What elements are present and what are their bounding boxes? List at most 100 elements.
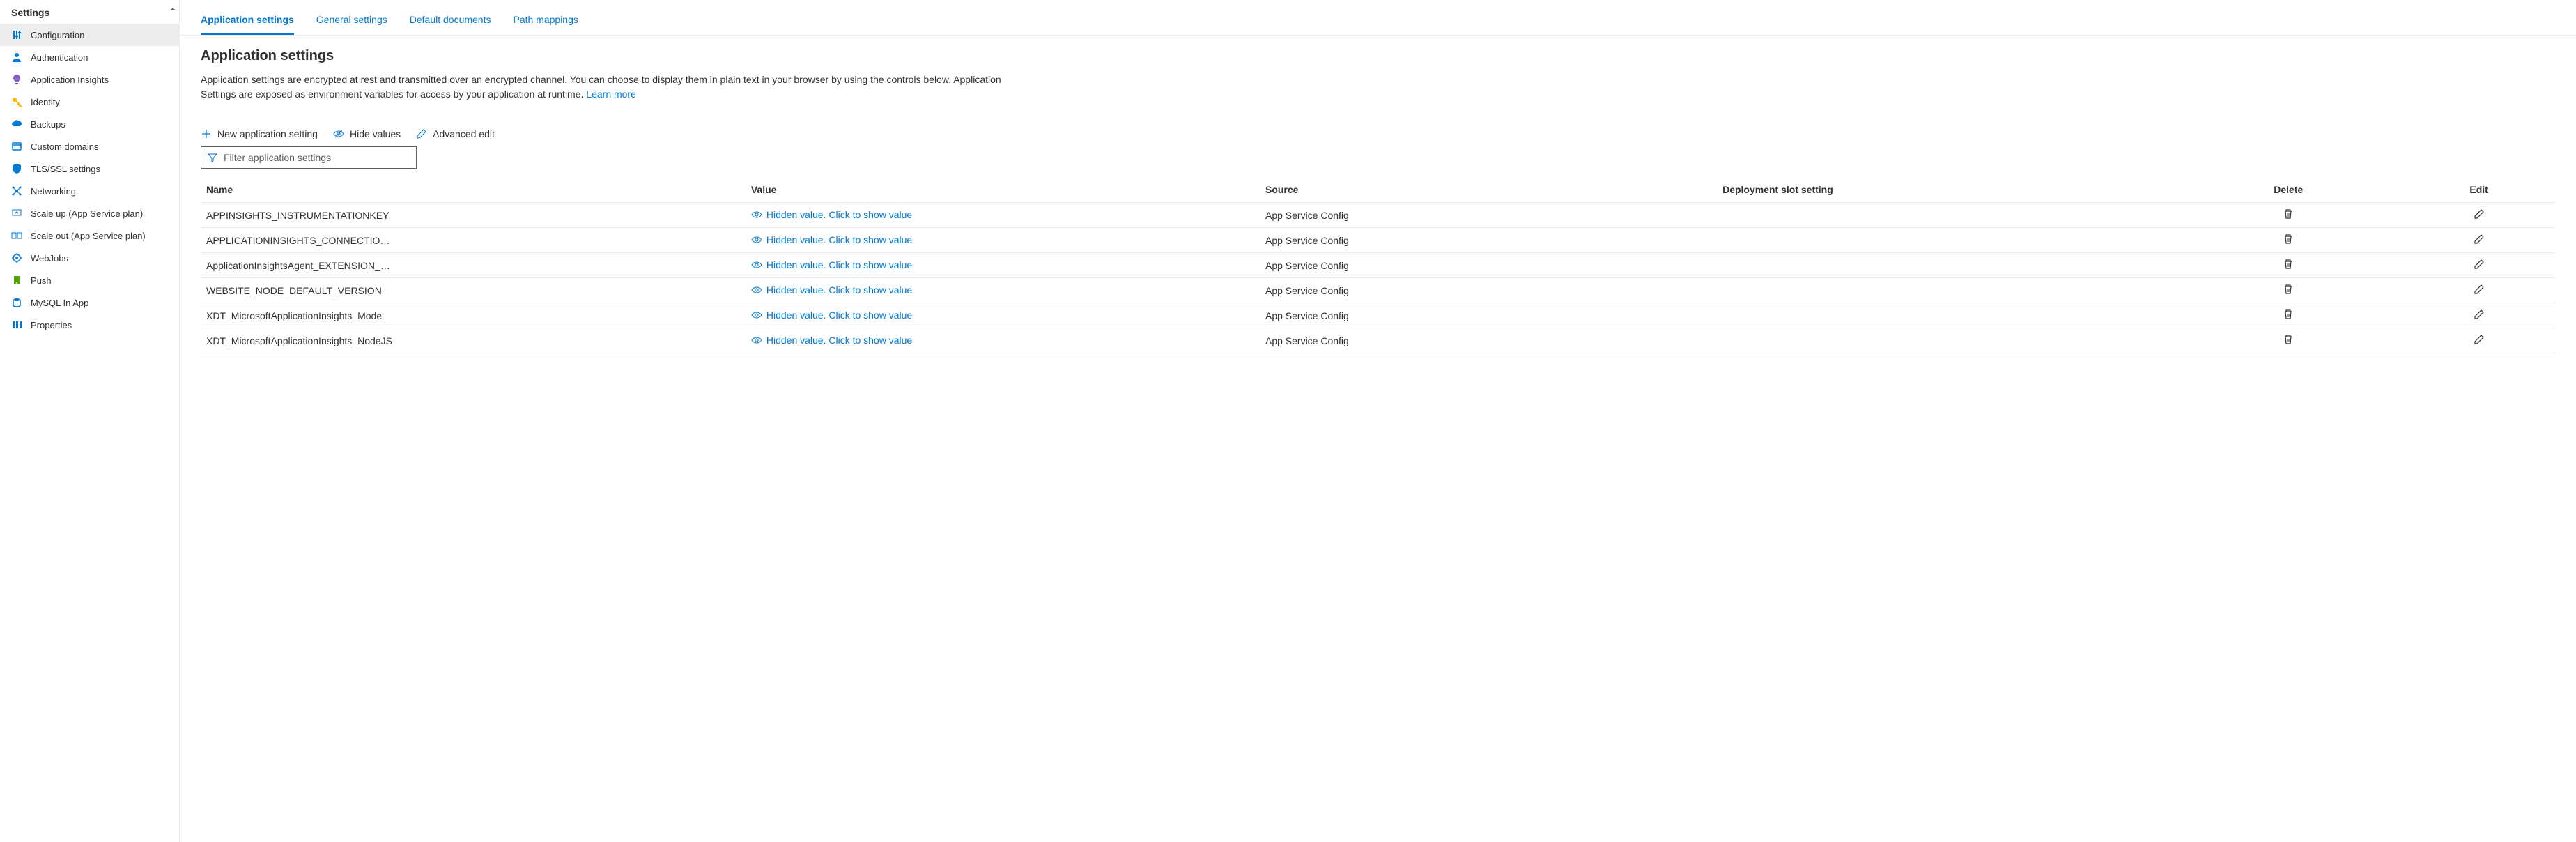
push-icon — [11, 275, 22, 286]
setting-source: App Service Config — [1260, 203, 1717, 228]
plus-icon — [201, 128, 212, 139]
sidebar-item-properties[interactable]: Properties — [0, 314, 179, 336]
hidden-value-text: Hidden value. Click to show value — [766, 284, 912, 296]
domain-icon — [11, 141, 22, 152]
edit-button[interactable] — [2474, 284, 2485, 295]
sidebar-item-authentication[interactable]: Authentication — [0, 46, 179, 68]
sidebar-item-tls-ssl-settings[interactable]: TLS/SSL settings — [0, 158, 179, 180]
setting-slot — [1717, 228, 2174, 253]
col-header-value[interactable]: Value — [746, 177, 1260, 203]
tab-application-settings[interactable]: Application settings — [201, 14, 294, 35]
hidden-value-text: Hidden value. Click to show value — [766, 259, 912, 270]
sidebar-item-label: Authentication — [31, 52, 88, 63]
setting-name[interactable]: ApplicationInsightsAgent_EXTENSION_VERSI… — [206, 260, 394, 271]
delete-button[interactable] — [2283, 309, 2294, 320]
edit-button[interactable] — [2474, 309, 2485, 320]
sidebar-item-networking[interactable]: Networking — [0, 180, 179, 202]
sidebar-item-identity[interactable]: Identity — [0, 91, 179, 113]
filter-input[interactable] — [224, 152, 410, 163]
show-value-link[interactable]: Hidden value. Click to show value — [751, 309, 912, 321]
delete-button[interactable] — [2283, 208, 2294, 220]
delete-button[interactable] — [2283, 334, 2294, 345]
advanced-edit-button[interactable]: Advanced edit — [416, 128, 495, 139]
sidebar-item-backups[interactable]: Backups — [0, 113, 179, 135]
sidebar-item-push[interactable]: Push — [0, 269, 179, 291]
user-icon — [11, 52, 22, 63]
section-title: Application settings — [201, 48, 2555, 64]
show-value-link[interactable]: Hidden value. Click to show value — [751, 209, 912, 220]
setting-name[interactable]: WEBSITE_NODE_DEFAULT_VERSION — [206, 285, 394, 296]
tab-default-documents[interactable]: Default documents — [410, 14, 491, 35]
sidebar-item-label: Networking — [31, 186, 76, 197]
sidebar-item-webjobs[interactable]: WebJobs — [0, 247, 179, 269]
setting-name[interactable]: XDT_MicrosoftApplicationInsights_NodeJS — [206, 335, 394, 346]
sidebar-item-label: TLS/SSL settings — [31, 164, 100, 174]
filter-box[interactable] — [201, 146, 417, 169]
sidebar-item-label: Scale out (App Service plan) — [31, 231, 146, 241]
scaleout-icon — [11, 230, 22, 241]
sidebar-item-label: Application Insights — [31, 75, 109, 85]
trash-icon — [2283, 208, 2294, 220]
setting-source: App Service Config — [1260, 253, 1717, 278]
key-icon — [11, 96, 22, 107]
col-header-name[interactable]: Name — [201, 177, 746, 203]
advanced-edit-label: Advanced edit — [433, 128, 495, 139]
sidebar-item-mysql-in-app[interactable]: MySQL In App — [0, 291, 179, 314]
trash-icon — [2283, 259, 2294, 270]
learn-more-link[interactable]: Learn more — [586, 89, 636, 100]
sidebar-header: Settings — [0, 0, 179, 24]
show-value-link[interactable]: Hidden value. Click to show value — [751, 234, 912, 245]
setting-name[interactable]: XDT_MicrosoftApplicationInsights_Mode — [206, 310, 394, 321]
show-value-link[interactable]: Hidden value. Click to show value — [751, 259, 912, 270]
delete-button[interactable] — [2283, 259, 2294, 270]
eye-icon — [751, 311, 762, 319]
sidebar-item-scale-up-app-service-plan-[interactable]: Scale up (App Service plan) — [0, 202, 179, 224]
edit-button[interactable] — [2474, 234, 2485, 245]
shield-icon — [11, 163, 22, 174]
trash-icon — [2283, 309, 2294, 320]
main-content: Application settings General settings Defa… — [180, 0, 2576, 842]
scaleup-icon — [11, 208, 22, 219]
setting-name[interactable]: APPINSIGHTS_INSTRUMENTATIONKEY — [206, 210, 394, 221]
edit-button[interactable] — [2474, 208, 2485, 220]
show-value-link[interactable]: Hidden value. Click to show value — [751, 284, 912, 296]
sidebar-item-label: Properties — [31, 320, 72, 330]
setting-name[interactable]: APPLICATIONINSIGHTS_CONNECTION_STRING — [206, 235, 394, 246]
eye-off-icon — [333, 128, 344, 139]
eye-icon — [751, 336, 762, 344]
hide-values-button[interactable]: Hide values — [333, 128, 401, 139]
col-header-delete: Delete — [2174, 177, 2403, 203]
table-row: APPLICATIONINSIGHTS_CONNECTION_STRING Hid… — [201, 228, 2555, 253]
sidebar-item-custom-domains[interactable]: Custom domains — [0, 135, 179, 158]
bulb-icon — [11, 74, 22, 85]
edit-button[interactable] — [2474, 259, 2485, 270]
sidebar-item-application-insights[interactable]: Application Insights — [0, 68, 179, 91]
eye-icon — [751, 261, 762, 269]
toolbar: New application setting Hide values Adva… — [180, 114, 2576, 146]
new-app-setting-label: New application setting — [217, 128, 318, 139]
edit-button[interactable] — [2474, 334, 2485, 345]
delete-button[interactable] — [2283, 284, 2294, 295]
show-value-link[interactable]: Hidden value. Click to show value — [751, 335, 912, 346]
eye-icon — [751, 236, 762, 244]
setting-slot — [1717, 303, 2174, 328]
pencil-icon — [2474, 284, 2485, 295]
tab-path-mappings[interactable]: Path mappings — [513, 14, 578, 35]
sidebar-item-label: Scale up (App Service plan) — [31, 208, 143, 219]
pencil-icon — [2474, 334, 2485, 345]
setting-slot — [1717, 328, 2174, 353]
sidebar-item-scale-out-app-service-plan-[interactable]: Scale out (App Service plan) — [0, 224, 179, 247]
app-settings-table: Name Value Source Deployment slot settin… — [201, 177, 2555, 353]
sidebar-item-label: Identity — [31, 97, 60, 107]
col-header-source[interactable]: Source — [1260, 177, 1717, 203]
new-application-setting-button[interactable]: New application setting — [201, 128, 318, 139]
delete-button[interactable] — [2283, 234, 2294, 245]
col-header-slot[interactable]: Deployment slot setting — [1717, 177, 2174, 203]
sidebar-item-label: MySQL In App — [31, 298, 88, 308]
sidebar-item-configuration[interactable]: Configuration — [0, 24, 179, 46]
collapse-caret-icon[interactable] — [169, 6, 176, 13]
trash-icon — [2283, 234, 2294, 245]
hidden-value-text: Hidden value. Click to show value — [766, 309, 912, 321]
tab-general-settings[interactable]: General settings — [316, 14, 387, 35]
table-header-row: Name Value Source Deployment slot settin… — [201, 177, 2555, 203]
